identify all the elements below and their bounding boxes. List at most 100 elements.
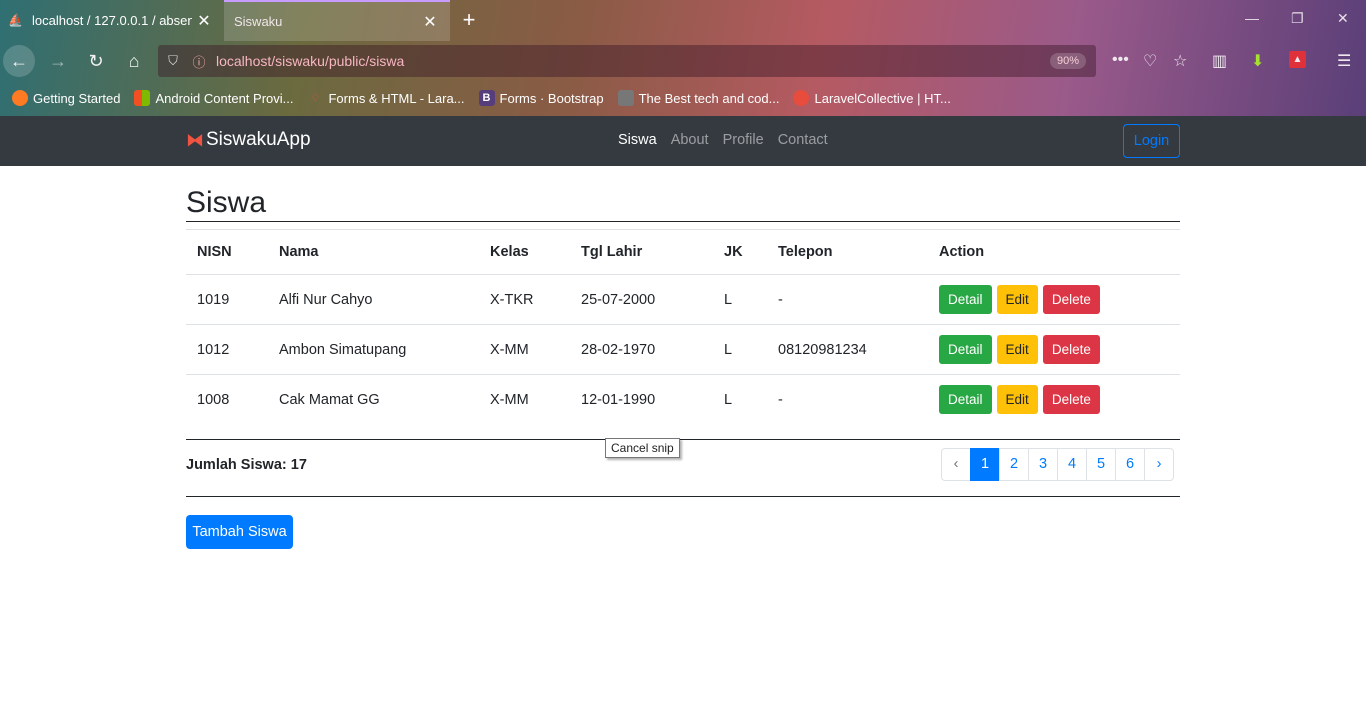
laravel-logo-icon: ⧓ — [186, 129, 204, 150]
cell-tgl-lahir: 25-07-2000 — [570, 274, 713, 325]
pagination-page[interactable]: 2 — [999, 448, 1029, 481]
cell-telepon: 08120981234 — [767, 324, 928, 375]
cell-jk: L — [713, 374, 767, 425]
cell-nama: Cak Mamat GG — [268, 374, 479, 425]
cell-jk: L — [713, 324, 767, 375]
bookmark-item[interactable]: The Best tech and cod... — [617, 90, 780, 106]
pagination-next[interactable]: › — [1144, 448, 1174, 481]
home-icon[interactable]: ⌂ — [118, 45, 150, 77]
cell-telepon: - — [767, 374, 928, 425]
bookmark-item[interactable]: B Forms · Bootstrap — [478, 90, 604, 106]
cell-action: Detail Edit Delete — [928, 324, 1180, 375]
bookmarks-bar: Getting Started Android Content Provi...… — [0, 84, 1366, 112]
bookmark-label: The Best tech and cod... — [638, 90, 780, 106]
tambah-siswa-button[interactable]: Tambah Siswa — [186, 515, 293, 549]
info-icon[interactable]: ⓘ — [188, 52, 210, 71]
image-icon — [617, 90, 634, 106]
nav-about[interactable]: About — [671, 132, 709, 148]
bookmark-label: LaravelCollective | HT... — [814, 90, 951, 106]
pagination-page[interactable]: 3 — [1028, 448, 1058, 481]
divider — [186, 439, 1180, 440]
close-window-icon[interactable]: ✕ — [1337, 10, 1349, 27]
pagination-prev[interactable]: ‹ — [941, 448, 971, 481]
close-icon[interactable]: ✕ — [192, 11, 216, 31]
bookmark-label: Android Content Provi... — [155, 90, 294, 106]
download-icon[interactable]: ⬇ — [1251, 51, 1264, 71]
cell-nisn: 1012 — [186, 324, 268, 375]
new-tab-button[interactable]: + — [455, 6, 483, 34]
cell-nama: Alfi Nur Cahyo — [268, 274, 479, 325]
tab-title: Siswaku — [234, 14, 283, 29]
close-icon[interactable]: ✕ — [418, 12, 442, 32]
zoom-badge[interactable]: 90% — [1049, 53, 1086, 69]
delete-button[interactable]: Delete — [1042, 285, 1100, 314]
star-icon[interactable]: ☆ — [1173, 51, 1187, 71]
cell-tgl-lahir: 28-02-1970 — [570, 324, 713, 375]
bookmark-item[interactable]: Android Content Provi... — [134, 90, 293, 106]
pagination-page[interactable]: 5 — [1086, 448, 1116, 481]
nav-contact[interactable]: Contact — [778, 132, 828, 148]
firefox-icon — [12, 90, 28, 106]
cell-nama: Ambon Simatupang — [268, 324, 479, 375]
detail-button[interactable]: Detail — [939, 385, 992, 415]
pagination-page[interactable]: 4 — [1057, 448, 1087, 481]
bootstrap-icon: B — [478, 90, 495, 106]
edit-button[interactable]: Edit — [996, 335, 1038, 364]
cell-tgl-lahir: 12-01-1990 — [570, 374, 713, 425]
brand-link[interactable]: ⧓ SiswakuApp — [186, 129, 311, 151]
extension-icon[interactable]: ▲ — [1289, 51, 1306, 68]
page-title: Siswa — [186, 186, 267, 219]
table-row: 1012 Ambon Simatupang X-MM 28-02-1970 L … — [186, 324, 1180, 375]
column-header: Telepon — [767, 229, 928, 275]
column-header: JK — [713, 229, 767, 275]
edit-button[interactable]: Edit — [996, 385, 1038, 415]
nav-siswa[interactable]: Siswa — [618, 132, 657, 148]
minimize-icon[interactable]: — — [1245, 10, 1259, 26]
detail-button[interactable]: Detail — [939, 335, 992, 364]
detail-button[interactable]: Detail — [939, 285, 992, 314]
table-header-row: NISN Nama Kelas Tgl Lahir JK Telepon Act… — [186, 229, 1180, 275]
cell-kelas: X-MM — [479, 374, 570, 425]
laravelcollective-icon — [793, 90, 810, 106]
cell-kelas: X-TKR — [479, 274, 570, 325]
login-button[interactable]: Login — [1123, 124, 1180, 158]
back-icon[interactable]: ← — [3, 45, 35, 77]
delete-button[interactable]: Delete — [1042, 335, 1100, 364]
column-header: NISN — [186, 229, 268, 275]
restore-icon[interactable]: ❐ — [1291, 10, 1304, 27]
tab-phpmyadmin[interactable]: ⛵ localhost / 127.0.0.1 / absensi ✕ — [0, 0, 224, 41]
laravel-icon: ♢ — [310, 92, 321, 104]
browser-toolbar: ← → ↻ ⌂ ⛉ ⓘ localhost/siswaku/public/sis… — [0, 41, 1366, 81]
siswa-table: NISN Nama Kelas Tgl Lahir JK Telepon Act… — [186, 229, 1180, 425]
phpmyadmin-icon: ⛵ — [8, 12, 23, 27]
bookmark-item[interactable]: ♢ Forms & HTML - Lara... — [307, 90, 465, 106]
menu-icon[interactable]: ☰ — [1337, 51, 1351, 71]
edit-button[interactable]: Edit — [996, 285, 1038, 314]
shield-icon[interactable]: ⛉ — [158, 53, 188, 69]
nav-profile[interactable]: Profile — [723, 132, 764, 148]
tab-siswaku[interactable]: Siswaku ✕ — [224, 0, 450, 41]
divider — [186, 221, 1180, 222]
total-siswa: Jumlah Siswa: 17 — [186, 457, 307, 473]
pocket-icon[interactable]: ♡ — [1143, 51, 1157, 71]
browser-chrome: ⛵ localhost / 127.0.0.1 / absensi ✕ Sisw… — [0, 0, 1366, 116]
cell-nisn: 1019 — [186, 274, 268, 325]
column-header: Kelas — [479, 229, 570, 275]
cell-action: Detail Edit Delete — [928, 274, 1180, 325]
pagination-page[interactable]: 6 — [1115, 448, 1145, 481]
cancel-snip-tooltip: Cancel snip — [605, 438, 680, 458]
url-text[interactable]: localhost/siswaku/public/siswa — [210, 53, 1050, 69]
sidebar-icon[interactable]: ▥ — [1212, 51, 1227, 71]
nav-links: Siswa About Profile Contact — [618, 132, 842, 148]
column-header: Action — [928, 229, 1180, 275]
reload-icon[interactable]: ↻ — [80, 45, 112, 77]
cell-action: Detail Edit Delete — [928, 374, 1180, 425]
bookmark-item[interactable]: LaravelCollective | HT... — [793, 90, 951, 106]
url-bar[interactable]: ⛉ ⓘ localhost/siswaku/public/siswa 90% — [158, 45, 1096, 77]
forward-icon[interactable]: → — [42, 45, 74, 77]
delete-button[interactable]: Delete — [1042, 385, 1100, 415]
pagination-page[interactable]: 1 — [970, 448, 1000, 481]
bookmark-item[interactable]: Getting Started — [12, 90, 120, 106]
more-icon[interactable]: ••• — [1112, 51, 1129, 69]
tab-bar: ⛵ localhost / 127.0.0.1 / absensi ✕ Sisw… — [0, 0, 1366, 41]
